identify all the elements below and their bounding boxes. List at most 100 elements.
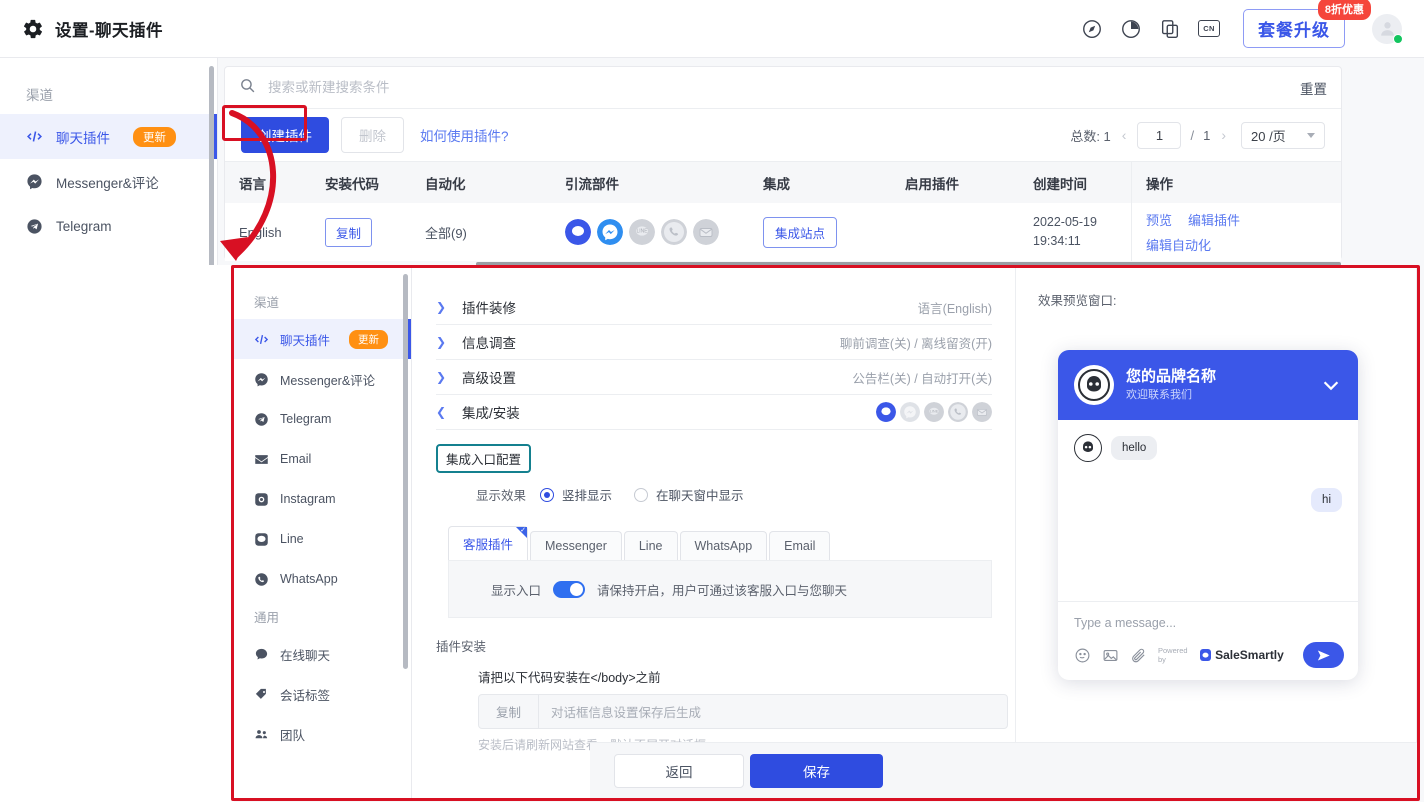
modal-sidebar-item-label: Telegram: [280, 412, 332, 426]
column-header-install-code: 安装代码: [325, 176, 379, 192]
instagram-icon: [254, 492, 269, 507]
how-to-use-link[interactable]: 如何使用插件?: [420, 125, 509, 145]
create-plugin-button[interactable]: 创建插件: [241, 117, 329, 153]
chat-bubble-icon: [254, 647, 269, 662]
language-badge[interactable]: CN: [1198, 20, 1220, 37]
page-size-label: 20 /页: [1251, 128, 1286, 144]
modal-sidebar-scrollbar[interactable]: [403, 274, 408, 669]
tab-label: Line: [638, 539, 663, 553]
accordion-value: 语言(English): [917, 301, 992, 316]
created-date: 2022-05-19: [1033, 215, 1097, 230]
message-bubble-visitor: hi: [1311, 488, 1342, 512]
page-title: 设置-聊天插件: [55, 21, 163, 40]
svg-text:LINE: LINE: [930, 409, 939, 413]
widget-input-area[interactable]: Type a message...: [1058, 601, 1358, 632]
show-entry-toggle[interactable]: [553, 580, 586, 598]
radio-vertical-display[interactable]: [540, 487, 555, 502]
app-root: 设置-聊天插件 CN 套餐升级 8折优惠 渠道 聊天插件 更新 Messenge…: [0, 0, 1424, 802]
messenger-icon[interactable]: [597, 219, 623, 245]
emoji-icon[interactable]: [1074, 647, 1091, 664]
accordion-label: 信息调查: [462, 336, 516, 351]
preview-link[interactable]: 预览: [1146, 210, 1172, 229]
email-icon[interactable]: [693, 219, 719, 245]
line-icon: [254, 532, 269, 547]
widget-brand-group: 您的品牌名称 欢迎联系我们: [1126, 368, 1216, 403]
code-brackets-icon: [254, 332, 269, 347]
reset-button[interactable]: 重置: [1300, 78, 1327, 98]
preview-label: 效果预览窗口:: [1038, 294, 1117, 308]
line-icon[interactable]: LINE: [629, 219, 655, 245]
header-title-group: 设置-聊天插件: [22, 17, 163, 41]
compass-icon[interactable]: [1081, 18, 1103, 40]
pagination: 总数: 1 ‹ 1 / 1 › 20 /页: [1070, 121, 1325, 149]
chatplugin-icon[interactable]: [565, 219, 591, 245]
edit-plugin-link[interactable]: 编辑插件: [1188, 210, 1240, 229]
sidebar-item-messenger[interactable]: Messenger&评论: [0, 159, 217, 204]
widget-subtitle: 欢迎联系我们: [1126, 389, 1192, 402]
table-row[interactable]: English 复制 全部(9) LINE 集成站点 2022-05-19 19…: [225, 203, 1341, 261]
chevron-down-icon: [1307, 132, 1315, 138]
sidebar-item-telegram[interactable]: Telegram: [0, 204, 217, 249]
accordion-info-survey[interactable]: ❯ 信息调查 聊前调查(关) / 离线留资(开): [436, 325, 992, 360]
next-page-button[interactable]: ›: [1219, 127, 1228, 143]
modal-sidebar-item-instagram[interactable]: Instagram: [234, 479, 411, 519]
modal-sidebar-item-chat-plugin[interactable]: 聊天插件 更新: [234, 319, 411, 359]
svg-text:LINE: LINE: [636, 229, 648, 235]
settings-column: ❯ 插件装修 语言(English) ❯ 信息调查 聊前调查(关) / 离线留资…: [412, 268, 1016, 798]
save-button[interactable]: 保存: [750, 753, 883, 788]
search-input[interactable]: [268, 80, 1300, 95]
sidebar-item-chat-plugin[interactable]: 聊天插件 更新: [0, 114, 217, 159]
powered-by-group: Powered by SaleSmartly: [1158, 646, 1284, 664]
modal-footer: 返回 保存: [590, 742, 1417, 798]
tab-messenger[interactable]: Messenger: [530, 531, 622, 560]
modal-sidebar-item-whatsapp[interactable]: WhatsApp: [234, 559, 411, 599]
plugin-settings-modal: 渠道 聊天插件 更新 Messenger&评论 Telegram Email I…: [234, 268, 1417, 798]
current-page-input[interactable]: 1: [1137, 121, 1182, 149]
tab-label: Email: [784, 539, 816, 553]
modal-sidebar-item-label: Instagram: [280, 492, 336, 506]
modal-sidebar-item-line[interactable]: Line: [234, 519, 411, 559]
modal-sidebar-item-live-chat[interactable]: 在线聊天: [234, 634, 411, 674]
copy-icon[interactable]: [1159, 18, 1181, 40]
pie-chart-icon[interactable]: [1120, 18, 1142, 40]
attachment-icon[interactable]: [1130, 647, 1147, 664]
column-header-automation: 自动化: [425, 176, 466, 192]
tab-chat-plugin[interactable]: 客服插件 ✓: [448, 526, 529, 560]
image-icon[interactable]: [1102, 647, 1119, 664]
modal-sidebar-item-messenger[interactable]: Messenger&评论: [234, 359, 411, 399]
install-copy-button[interactable]: 复制: [479, 695, 539, 728]
page-size-select[interactable]: 20 /页: [1241, 121, 1325, 149]
modal-sidebar-item-email[interactable]: Email: [234, 439, 411, 479]
cell-language: English: [239, 224, 282, 240]
radio-in-chat-window[interactable]: [634, 487, 649, 502]
tab-email[interactable]: Email: [769, 531, 831, 560]
install-subtitle: 请把以下代码安装在</body>之前: [478, 671, 661, 685]
modal-body: ❯ 插件装修 语言(English) ❯ 信息调查 聊前调查(关) / 离线留资…: [412, 268, 1417, 798]
accordion-plugin-decoration[interactable]: ❯ 插件装修 语言(English): [436, 290, 992, 325]
prev-page-button[interactable]: ‹: [1120, 127, 1129, 143]
tab-panel-chat-plugin: 显示入口 请保持开启，用户可通过该客服入口与您聊天: [448, 560, 992, 618]
update-tag: 更新: [349, 329, 389, 349]
send-icon[interactable]: [1302, 642, 1344, 668]
integration-site-button[interactable]: 集成站点: [763, 216, 838, 248]
modal-sidebar-item-telegram[interactable]: Telegram: [234, 399, 411, 439]
avatar-group[interactable]: [1372, 13, 1403, 44]
created-time: 19:34:11: [1033, 234, 1081, 248]
widget-collapse-chevron-icon[interactable]: [1320, 374, 1342, 396]
cell-install-code: 复制: [325, 217, 425, 247]
search-icon: [239, 77, 268, 99]
widget-header: 您的品牌名称 欢迎联系我们: [1058, 350, 1358, 420]
whatsapp-icon[interactable]: [661, 219, 687, 245]
tab-label: 客服插件: [463, 538, 514, 552]
modal-sidebar-item-team[interactable]: 团队: [234, 714, 411, 754]
accordion-integration-install[interactable]: ❮ 集成/安装 LINE: [436, 395, 992, 430]
copy-code-button[interactable]: 复制: [325, 217, 373, 247]
accordion-advanced-settings[interactable]: ❯ 高级设置 公告栏(关) / 自动打开(关): [436, 360, 992, 395]
modal-sidebar-item-conversation-tags[interactable]: 会话标签: [234, 674, 411, 714]
tab-line[interactable]: Line: [623, 531, 678, 560]
back-button[interactable]: 返回: [614, 753, 744, 788]
tab-whatsapp[interactable]: WhatsApp: [679, 531, 768, 560]
delete-button: 删除: [341, 117, 404, 153]
edit-automation-link[interactable]: 编辑自动化: [1146, 235, 1240, 254]
channel-tabs: 客服插件 ✓ Messenger Line WhatsApp Email: [448, 526, 992, 560]
